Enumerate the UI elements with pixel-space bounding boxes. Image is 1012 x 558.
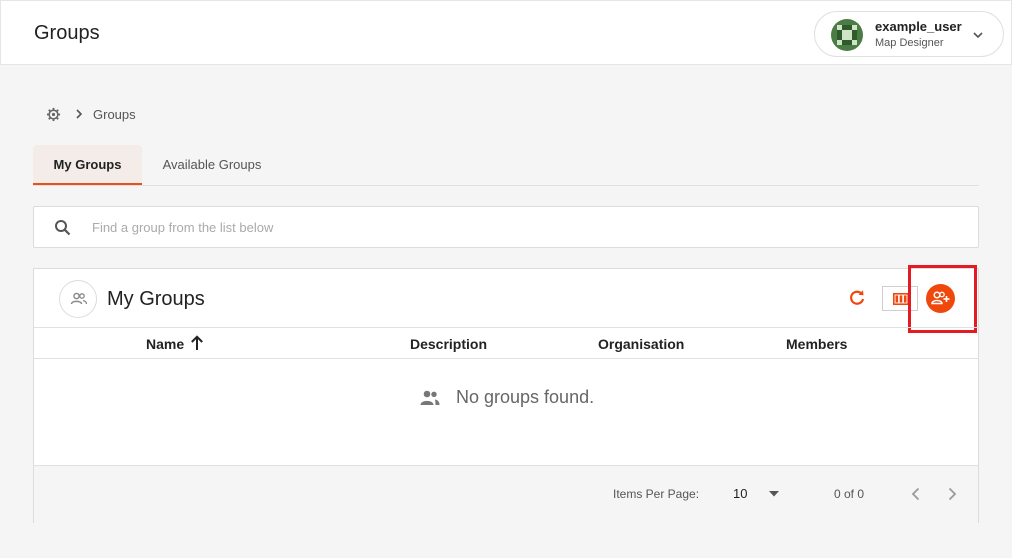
items-per-page-select[interactable]: 10: [733, 486, 747, 501]
chevron-right-icon: [76, 109, 83, 119]
breadcrumb-current: Groups: [93, 107, 136, 122]
user-name: example_user: [875, 19, 962, 34]
items-per-page-label: Items Per Page:: [613, 487, 700, 501]
table-header: Name Description Organisation Members: [34, 327, 978, 359]
user-role: Map Designer: [875, 37, 944, 49]
tab-my-groups[interactable]: My Groups: [33, 145, 142, 185]
empty-state-message: No groups found.: [456, 387, 595, 407]
column-header-description[interactable]: Description: [410, 336, 487, 352]
caret-down-icon[interactable]: [768, 490, 780, 498]
page-title: Groups: [34, 22, 100, 44]
column-header-organisation[interactable]: Organisation: [598, 336, 684, 352]
pagination-bar: Items Per Page: 10 0 of 0: [34, 465, 978, 523]
search-icon: [55, 220, 71, 236]
chevron-left-icon[interactable]: [908, 485, 924, 503]
user-menu[interactable]: example_user Map Designer: [814, 11, 1004, 57]
top-bar: Groups example_user Map Designer: [0, 0, 1012, 65]
arrow-up-icon[interactable]: [190, 335, 204, 351]
group-icon: [59, 280, 97, 318]
tab-available-groups[interactable]: Available Groups: [142, 145, 282, 185]
column-header-name[interactable]: Name: [146, 336, 184, 352]
search-box: [33, 206, 979, 248]
group-icon: [420, 390, 440, 405]
gear-icon[interactable]: [46, 107, 61, 122]
tab-bar: My Groups Available Groups: [33, 145, 979, 186]
columns-icon: [893, 293, 909, 305]
add-group-icon: [931, 291, 950, 305]
groups-panel: My Groups Name Description Organisation: [33, 265, 979, 523]
panel-title: My Groups: [107, 288, 205, 310]
search-input[interactable]: [92, 215, 952, 239]
page-range-label: 0 of 0: [834, 487, 865, 501]
chevron-down-icon[interactable]: [971, 28, 985, 42]
refresh-icon[interactable]: [847, 288, 867, 308]
chevron-right-icon[interactable]: [944, 485, 960, 503]
add-group-button[interactable]: [926, 284, 955, 313]
identicon-avatar: [831, 19, 863, 51]
column-header-members[interactable]: Members: [786, 336, 847, 352]
